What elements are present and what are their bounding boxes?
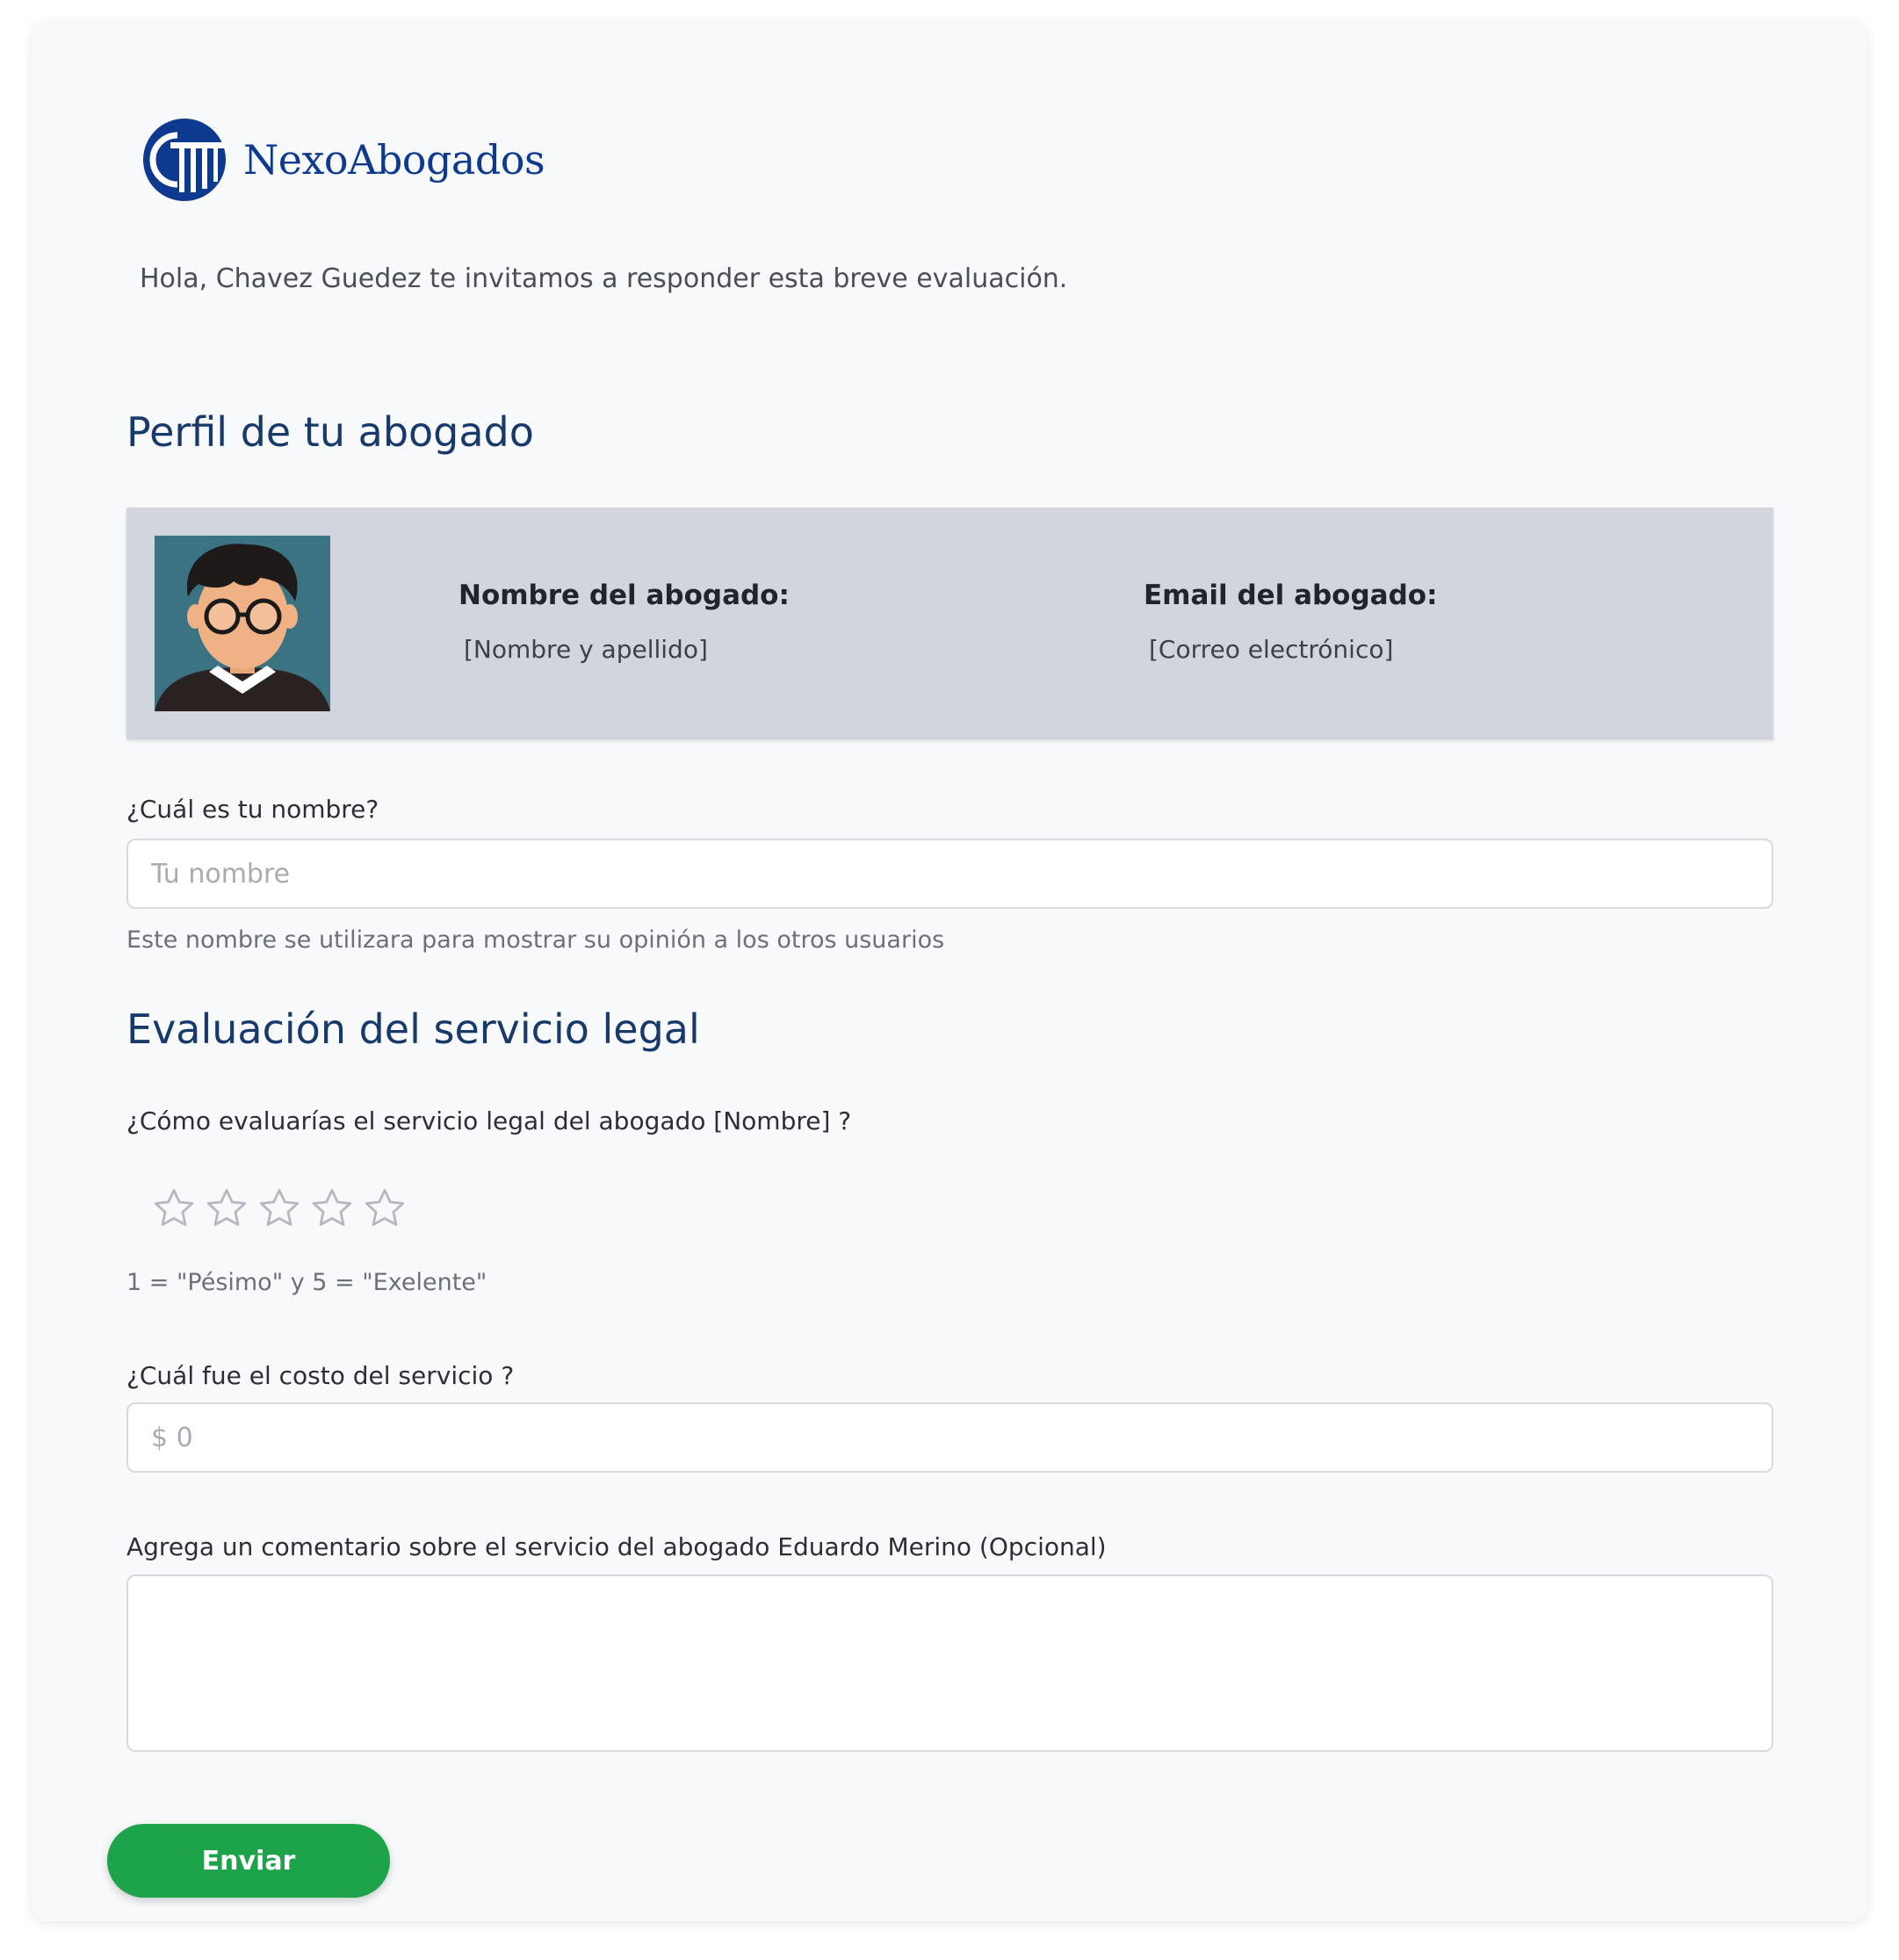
rating-stars — [151, 1185, 408, 1231]
cost-input[interactable] — [126, 1402, 1773, 1473]
lawyer-profile-panel: Nombre del abogado: [Nombre y apellido] … — [126, 508, 1773, 739]
rating-question-label: ¿Cómo evaluarías el servicio legal del a… — [126, 1106, 852, 1135]
brand-logo: NexoAbogados — [140, 116, 545, 204]
lawyer-avatar — [155, 536, 330, 711]
star-icon[interactable] — [362, 1185, 408, 1231]
comment-textarea[interactable] — [126, 1574, 1773, 1752]
lawyer-name-label: Nombre del abogado: — [459, 580, 790, 611]
star-icon[interactable] — [309, 1185, 355, 1231]
evaluation-card: NexoAbogados Hola, Chavez Guedez te invi… — [32, 22, 1867, 1921]
column-logo-icon — [143, 119, 226, 201]
evaluation-section-title: Evaluación del servicio legal — [126, 1005, 700, 1053]
name-help-text: Este nombre se utilizara para mostrar su… — [126, 926, 945, 954]
rating-scale-hint: 1 = "Pésimo" y 5 = "Exelente" — [126, 1269, 487, 1296]
lawyer-email-value: [Correo electrónico] — [1149, 635, 1394, 664]
comment-question-label: Agrega un comentario sobre el servicio d… — [126, 1532, 1107, 1561]
brand-name: NexoAbogados — [243, 136, 545, 184]
name-input[interactable] — [126, 839, 1773, 909]
star-icon[interactable] — [256, 1185, 302, 1231]
submit-button[interactable]: Enviar — [107, 1824, 390, 1898]
greeting-text: Hola, Chavez Guedez te invitamos a respo… — [140, 263, 1068, 294]
lawyer-email-label: Email del abogado: — [1144, 580, 1438, 611]
name-question-label: ¿Cuál es tu nombre? — [126, 795, 379, 824]
profile-section-title: Perfil de tu abogado — [126, 408, 534, 456]
star-icon[interactable] — [151, 1185, 197, 1231]
star-icon[interactable] — [204, 1185, 249, 1231]
lawyer-name-value: [Nombre y apellido] — [464, 635, 708, 664]
cost-question-label: ¿Cuál fue el costo del servicio ? — [126, 1361, 515, 1390]
